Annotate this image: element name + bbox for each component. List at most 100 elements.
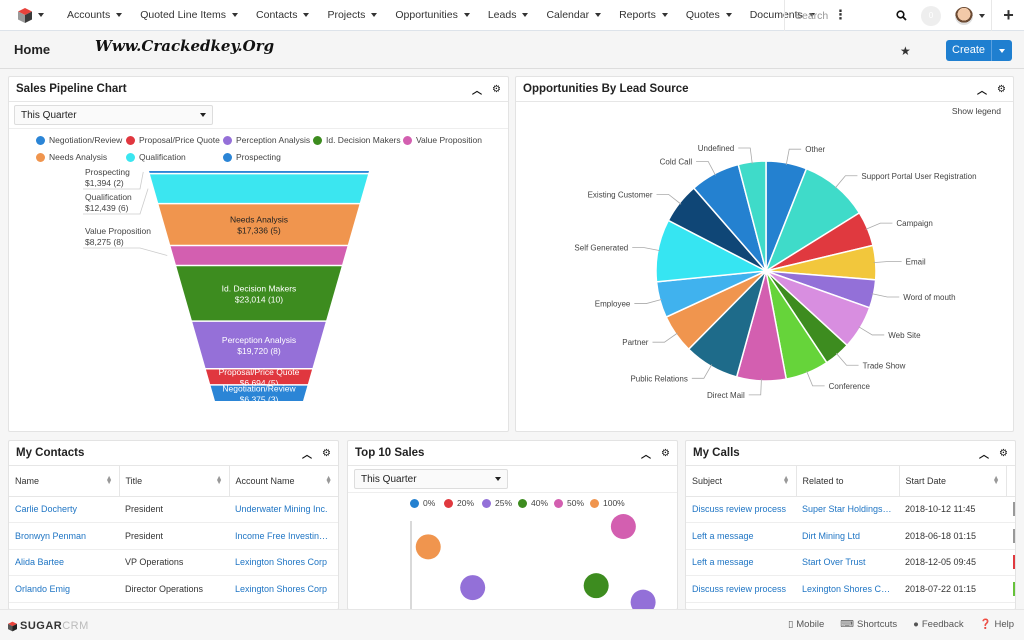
legend-item[interactable]: 0% [410,498,435,508]
legend-item[interactable]: 25% [482,498,512,508]
scatter-point[interactable] [583,573,609,599]
search-icon[interactable] [896,10,907,21]
contact-name-link[interactable]: Alida Bartee [9,549,119,576]
collapse-chevron-up-icon[interactable]: ︿ [302,446,312,461]
create-dropdown-toggle[interactable] [992,40,1012,61]
collapse-chevron-up-icon[interactable]: ︿ [979,446,989,461]
column-header-related[interactable]: Related to [796,466,900,497]
funnel-segment[interactable] [149,174,369,203]
module-tabs: Accounts Quoted Line Items Contacts Proj… [58,0,857,31]
gear-icon[interactable]: ⚙ [997,84,1006,95]
watermark-text: Www.Crackedkey.Org [95,37,275,55]
call-subject-link[interactable]: Left a message [686,549,796,576]
gear-icon[interactable]: ⚙ [999,448,1008,459]
legend-item[interactable]: Proposal/Price Quote [126,135,220,145]
legend-item[interactable]: Prospecting [223,152,281,162]
account-link[interactable]: Income Free Investing ... [229,522,338,550]
account-link[interactable]: Lexington Shores Corp [229,575,338,603]
chevron-down-icon[interactable] [522,13,529,17]
scatter-point[interactable] [630,589,656,610]
column-header-title[interactable]: Title ▲ ▼ [119,466,230,497]
mobile-link[interactable]: ▯ Mobile [788,619,824,630]
time-range-select[interactable]: This Quarter [14,105,213,125]
column-header-start-date[interactable]: Start Date ▲ ▼ [899,466,1007,497]
legend-item[interactable]: 100% [590,498,625,508]
sort-icon[interactable]: ▲ ▼ [783,475,790,486]
user-menu[interactable] [955,6,985,25]
contact-name-link[interactable]: Bronwyn Penman [9,522,119,550]
favorite-star-icon[interactable]: ★ [900,44,911,58]
app-logo-menu[interactable] [0,0,58,31]
gear-icon[interactable]: ⚙ [661,448,670,459]
sort-icon[interactable]: ▲ ▼ [993,475,1000,486]
global-search-input[interactable]: Search [785,0,915,31]
column-header-account[interactable]: Account Name ▲ ▼ [229,466,338,497]
nav-tab-contacts[interactable]: Contacts [247,0,318,31]
legend-item[interactable]: Id. Decision Makers [313,135,401,145]
shortcuts-link[interactable]: ⌨ Shortcuts [840,619,897,630]
contact-name-link[interactable]: Orlando Emig [9,575,119,603]
legend-item[interactable]: Value Proposition [403,135,482,145]
help-link[interactable]: ❓ Help [980,619,1014,630]
sugarcrm-logo[interactable]: SUGAR CRM [8,620,89,632]
column-header-name[interactable]: Name ▲ ▼ [9,466,120,497]
nav-tab-leads[interactable]: Leads [479,0,538,31]
call-subject-link[interactable]: Discuss review process [686,575,796,603]
filter-bar: This Quarter [9,102,508,129]
scatter-point[interactable] [415,534,441,560]
chevron-down-icon[interactable] [463,13,470,17]
scatter-point[interactable] [610,513,636,539]
related-link[interactable]: Lexington Shores Corp [796,575,899,603]
chevron-down-icon[interactable] [595,13,602,17]
create-button[interactable]: Create [946,40,1013,61]
funnel-segment[interactable] [170,246,348,265]
chevron-down-icon[interactable] [661,13,668,17]
nav-tab-projects[interactable]: Projects [318,0,386,31]
sort-icon[interactable]: ▲ ▼ [325,475,332,486]
funnel-segment[interactable] [149,171,369,173]
footer: SUGAR CRM ▯ Mobile ⌨ Shortcuts ● Feedback ❓ H… [0,609,1024,640]
quick-create-button[interactable]: + [991,0,1024,31]
nav-tab-opportunities[interactable]: Opportunities [386,0,478,31]
notifications-badge[interactable]: 0 [921,5,941,26]
legend-item[interactable]: Negotiation/Review [36,135,122,145]
contact-name-link[interactable]: Carlie Docherty [9,496,119,523]
chevron-down-icon[interactable] [116,13,123,17]
legend-item[interactable]: Perception Analysis [223,135,310,145]
legend-item[interactable]: Needs Analysis [36,152,107,162]
call-subject-link[interactable]: Left a message [686,522,796,550]
nav-tab-accounts[interactable]: Accounts [58,0,131,31]
collapse-chevron-up-icon[interactable]: ︿ [472,82,482,97]
account-link[interactable]: Lexington Shores Corp [229,549,338,576]
related-link[interactable]: Start Over Trust [796,549,899,576]
related-link[interactable]: Super Star Holdings I... [796,496,899,523]
account-link[interactable]: Underwater Mining Inc. [229,496,338,523]
nav-tab-quoted-line-items[interactable]: Quoted Line Items [131,0,247,31]
pie-slice-label: Campaign [896,219,932,228]
gear-icon[interactable]: ⚙ [492,84,501,95]
chevron-down-icon[interactable] [232,13,239,17]
feedback-link[interactable]: ● Feedback [913,619,963,630]
chevron-down-icon[interactable] [725,13,732,17]
chevron-down-icon[interactable] [371,13,378,17]
legend-item[interactable]: 20% [444,498,474,508]
chevron-down-icon[interactable] [303,13,310,17]
scatter-point[interactable] [460,575,486,601]
legend-item[interactable]: Qualification [126,152,186,162]
sort-icon[interactable]: ▲ ▼ [216,475,223,486]
call-subject-link[interactable]: Discuss review process [686,496,796,523]
column-header-subject[interactable]: Subject ▲ ▼ [686,466,797,497]
nav-tab-calendar[interactable]: Calendar [537,0,610,31]
nav-tab-quotes[interactable]: Quotes [677,0,741,31]
gear-icon[interactable]: ⚙ [322,448,331,459]
legend-item[interactable]: 50% [554,498,584,508]
legend-item[interactable]: 40% [518,498,548,508]
collapse-chevron-up-icon[interactable]: ︿ [977,82,987,97]
create-button-label[interactable]: Create [946,40,993,61]
sort-icon[interactable]: ▲ ▼ [106,475,113,486]
collapse-chevron-up-icon[interactable]: ︿ [641,446,651,461]
show-legend-link[interactable]: Show legend [952,106,1001,116]
related-link[interactable]: Dirt Mining Ltd [796,522,899,550]
time-range-select[interactable]: This Quarter [354,469,508,489]
nav-tab-reports[interactable]: Reports [610,0,677,31]
